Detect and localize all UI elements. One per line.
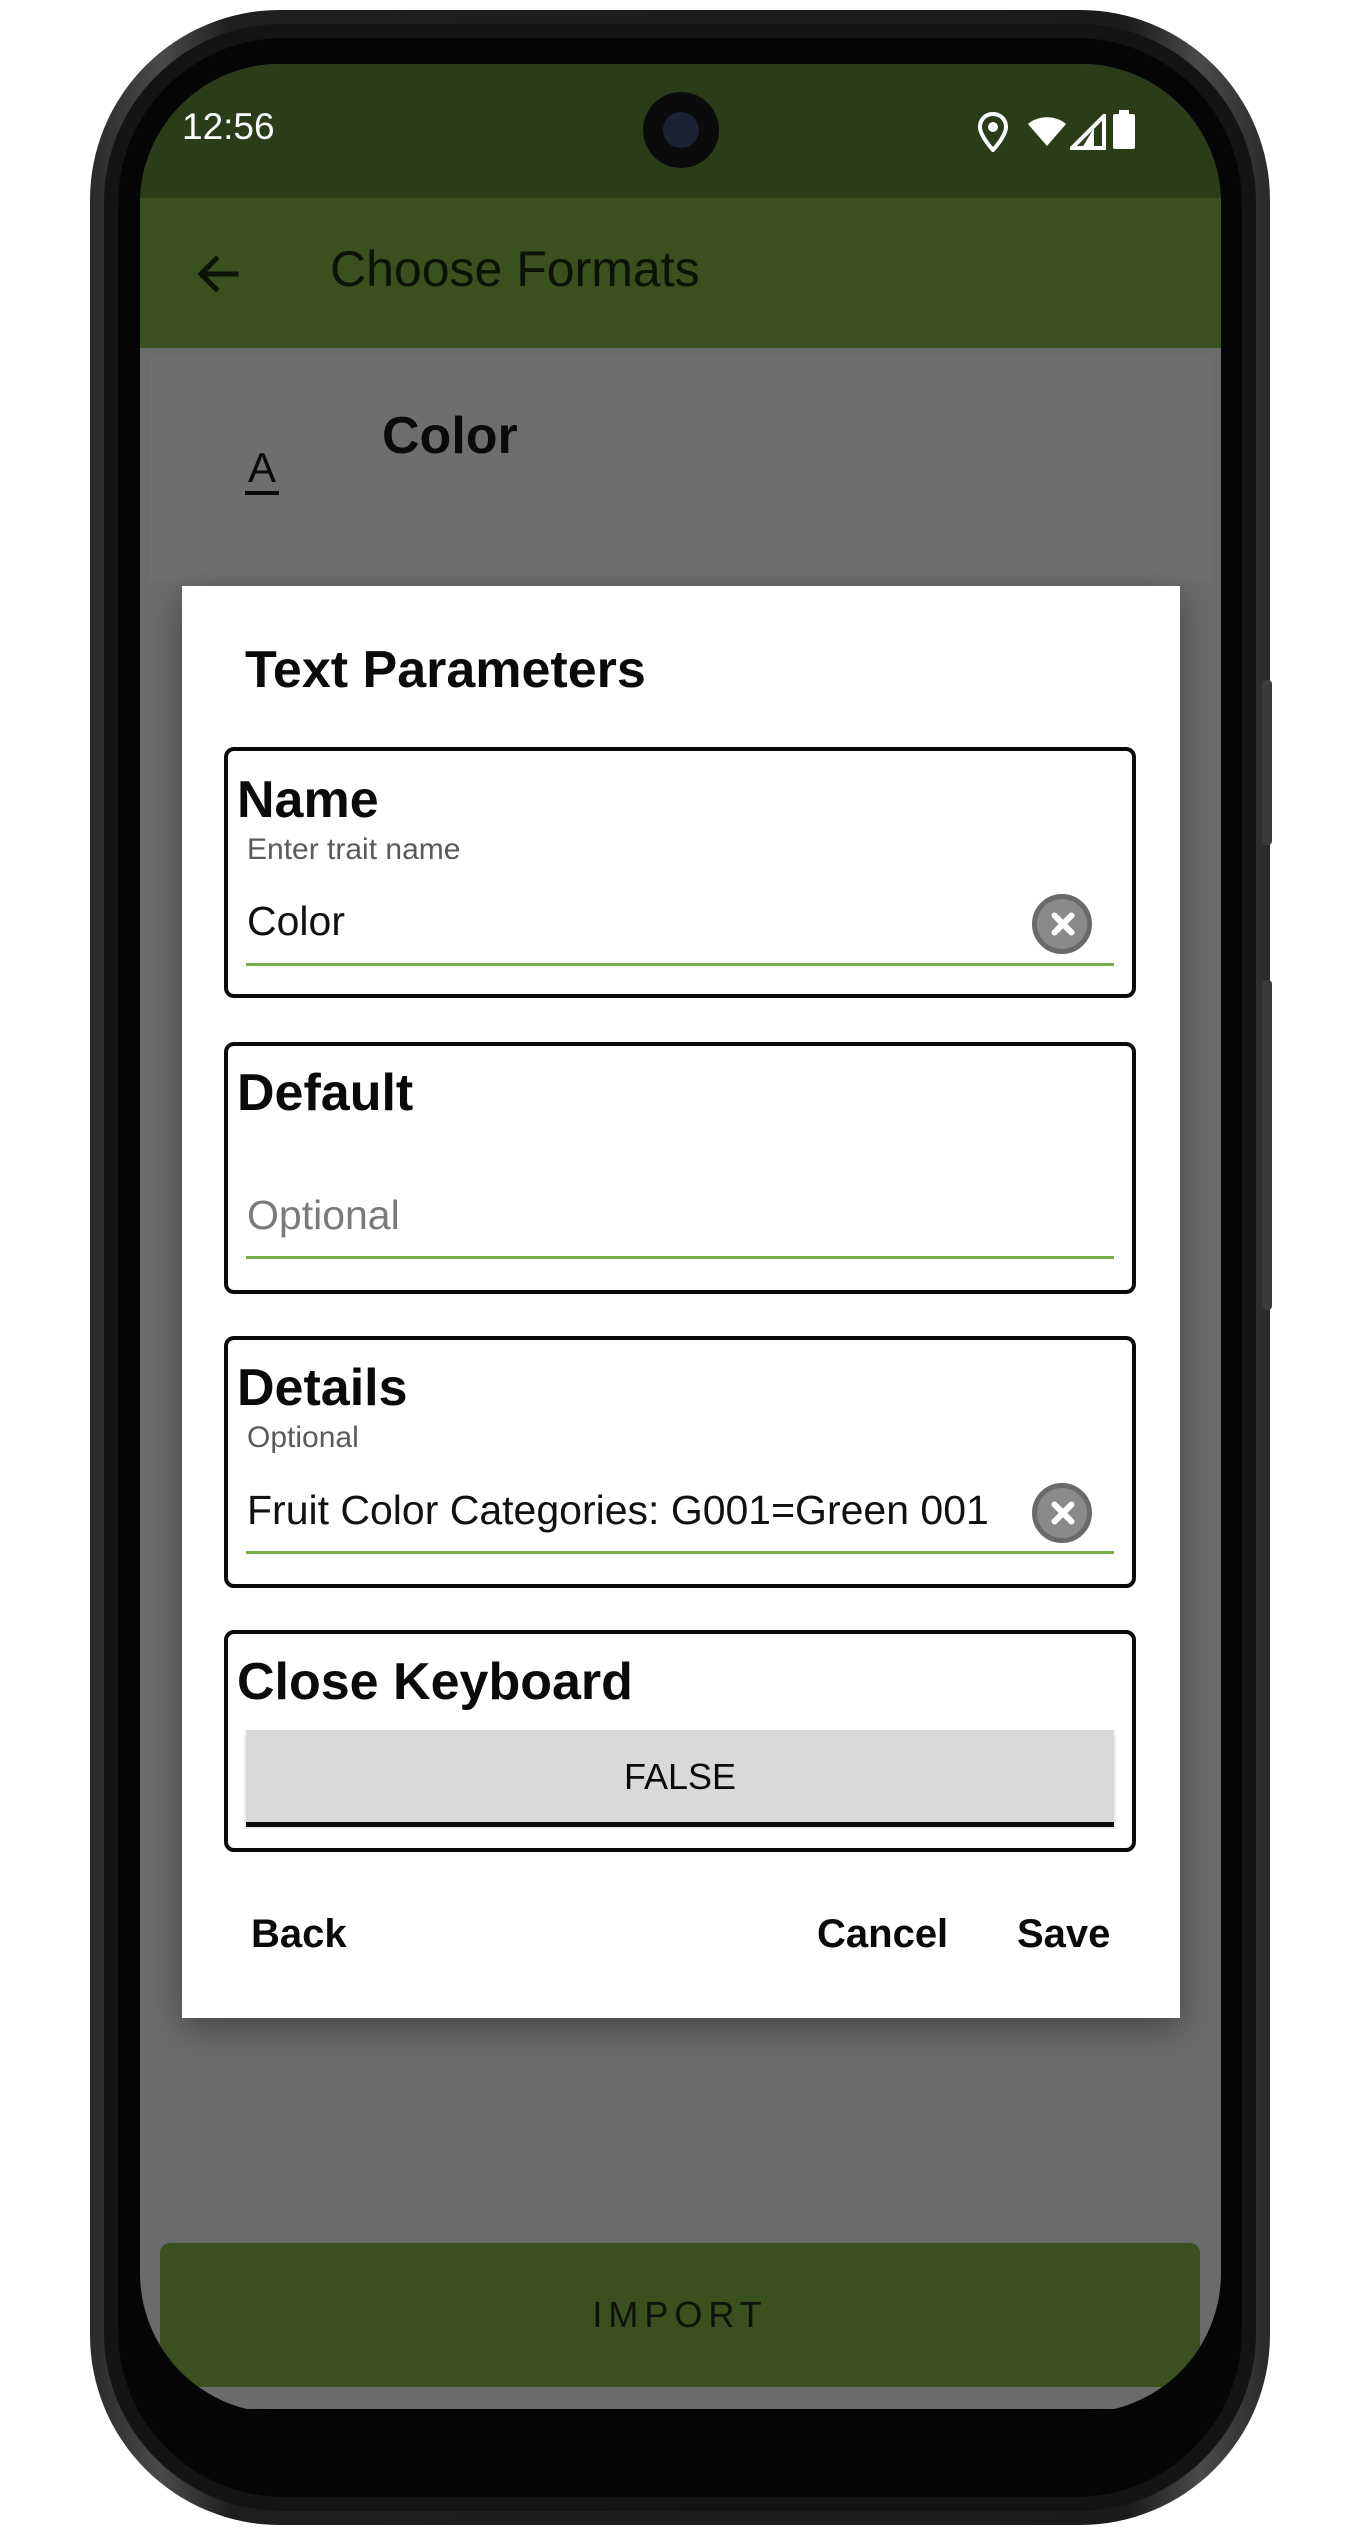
name-label: Name	[237, 771, 379, 829]
battery-icon	[1113, 110, 1135, 149]
default-input-underline	[246, 1256, 1114, 1259]
navigation-bar	[140, 2409, 1221, 2413]
back-arrow-icon[interactable]	[190, 244, 250, 304]
name-input[interactable]: Color	[247, 898, 345, 945]
trait-title: Color	[382, 407, 518, 465]
name-helper-text: Enter trait name	[247, 833, 461, 866]
status-time: 12:56	[182, 106, 275, 147]
trait-row[interactable]	[150, 356, 1211, 582]
clear-name-icon[interactable]	[1032, 894, 1092, 954]
import-button-label: IMPORT	[592, 2294, 768, 2335]
save-button[interactable]: Save	[1017, 1912, 1110, 1957]
default-label: Default	[237, 1064, 414, 1122]
clear-details-icon[interactable]	[1032, 1483, 1092, 1543]
details-label: Details	[237, 1359, 408, 1417]
close-keyboard-toggle-label: FALSE	[623, 1756, 737, 1797]
text-format-icon: A	[245, 444, 280, 495]
details-input-underline	[246, 1551, 1114, 1554]
details-input[interactable]: Fruit Color Categories: G001=Green 001	[247, 1487, 989, 1534]
close-keyboard-label: Close Keyboard	[237, 1653, 633, 1711]
default-input[interactable]: Optional	[247, 1192, 400, 1239]
camera-lens	[663, 112, 699, 148]
cancel-button[interactable]: Cancel	[817, 1912, 948, 1957]
volume-button	[1262, 680, 1272, 845]
power-button	[1262, 980, 1272, 1310]
page-title: Choose Formats	[330, 241, 700, 297]
toggle-underline	[246, 1822, 1114, 1827]
dialog-title: Text Parameters	[245, 641, 646, 699]
name-input-underline	[246, 963, 1114, 966]
cellular-signal-icon	[1070, 114, 1106, 150]
wifi-icon	[1028, 117, 1066, 146]
details-helper-text: Optional	[247, 1421, 359, 1454]
location-icon	[977, 112, 1009, 152]
back-button[interactable]: Back	[251, 1912, 347, 1957]
